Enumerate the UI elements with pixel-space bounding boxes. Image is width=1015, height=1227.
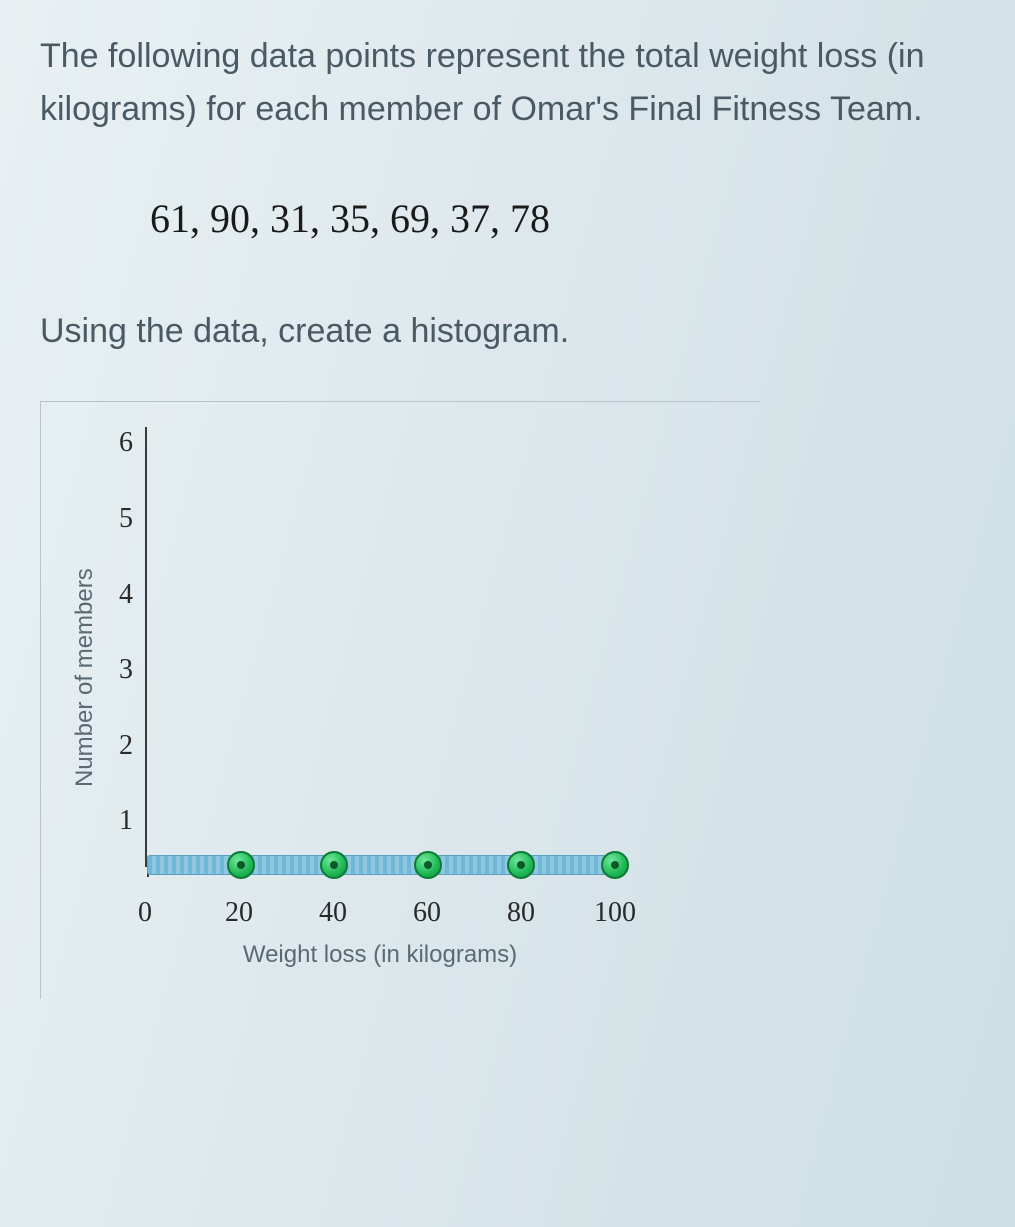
histogram-bin-60-80[interactable]	[428, 851, 522, 879]
histogram-bar-handles	[147, 851, 615, 879]
y-axis-label: Number of members	[71, 427, 99, 969]
plot-area[interactable]	[145, 427, 615, 867]
y-axis-ticks: 6 5 4 3 2 1	[119, 427, 133, 837]
bin-drag-handle[interactable]	[507, 851, 535, 879]
instruction-text: Using the data, create a histogram.	[40, 312, 975, 351]
y-tick: 3	[119, 654, 133, 686]
x-tick: 60	[413, 897, 441, 929]
bin-drag-handle[interactable]	[601, 851, 629, 879]
x-tick: 80	[507, 897, 535, 929]
problem-statement: The following data points represent the …	[40, 30, 975, 135]
x-tick: 100	[594, 897, 636, 929]
y-tick: 5	[119, 503, 133, 535]
x-tick: 40	[319, 897, 347, 929]
x-axis-ticks: 0 20 40 60 80 100	[145, 897, 615, 931]
y-tick: 1	[119, 805, 133, 837]
y-tick: 6	[119, 427, 133, 459]
histogram-bin-40-60[interactable]	[334, 851, 428, 879]
bin-drag-handle[interactable]	[320, 851, 348, 879]
bin-drag-handle[interactable]	[227, 851, 255, 879]
histogram-bin-20-40[interactable]	[241, 851, 335, 879]
x-tick: 0	[138, 897, 152, 929]
histogram-bin-0-20[interactable]	[147, 851, 241, 879]
y-tick: 4	[119, 579, 133, 611]
x-tick: 20	[225, 897, 253, 929]
x-axis-label: Weight loss (in kilograms)	[145, 941, 615, 969]
y-tick: 2	[119, 730, 133, 762]
histogram-widget: Number of members 6 5 4 3 2 1	[40, 401, 760, 999]
bin-drag-handle[interactable]	[414, 851, 442, 879]
data-points-list: 61, 90, 31, 35, 69, 37, 78	[150, 195, 975, 242]
histogram-bin-80-100[interactable]	[521, 851, 615, 879]
